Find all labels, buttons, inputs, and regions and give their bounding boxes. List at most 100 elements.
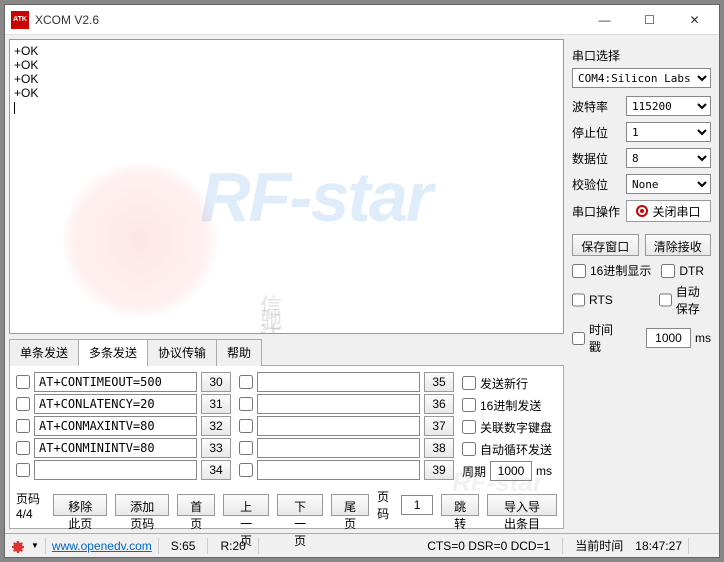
send-row-checkbox[interactable]: [239, 463, 253, 477]
titlebar: ATK XCOM V2.6 ― ☐ ✕: [5, 5, 719, 35]
data-label: 数据位: [572, 150, 620, 167]
loop-send-checkbox[interactable]: [462, 442, 476, 456]
baud-select[interactable]: 115200: [626, 96, 711, 116]
parity-select[interactable]: None: [626, 174, 711, 194]
send-command-input[interactable]: [34, 416, 197, 436]
hex-send-checkbox[interactable]: [462, 398, 476, 412]
close-port-button[interactable]: 关闭串口: [626, 200, 711, 222]
maximize-button[interactable]: ☐: [627, 6, 672, 34]
send-num-button[interactable]: 35: [424, 372, 454, 392]
send-command-input[interactable]: [34, 394, 197, 414]
numpad-label: 关联数字键盘: [480, 419, 552, 436]
timestamp-input[interactable]: [646, 328, 691, 348]
hex-display-checkbox[interactable]: [572, 264, 586, 278]
send-command-input[interactable]: [257, 416, 420, 436]
stop-label: 停止位: [572, 124, 620, 141]
send-command-input[interactable]: [34, 438, 197, 458]
tab-help[interactable]: 帮助: [216, 339, 262, 366]
dtr-checkbox[interactable]: [661, 264, 675, 278]
send-row-checkbox[interactable]: [16, 397, 30, 411]
last-page-button[interactable]: 尾页: [331, 494, 369, 516]
prev-page-button[interactable]: 上一页: [223, 494, 269, 516]
page-indicator: 页码 4/4: [16, 490, 45, 521]
timestamp-label: 时间戳: [589, 321, 624, 355]
main-window: ATK XCOM V2.6 ― ☐ ✕ RF-star 信 驰 达 +OK +O…: [4, 4, 720, 558]
website-link[interactable]: www.openedv.com: [52, 539, 152, 553]
line-status: CTS=0 DSR=0 DCD=1: [265, 539, 556, 553]
terminal-text: +OK +OK +OK +OK: [14, 44, 38, 100]
multi-send-panel: RF-star 30 31 32 33 34 35 36 37 38 39: [9, 366, 564, 529]
window-title: XCOM V2.6: [35, 13, 582, 27]
send-num-button[interactable]: 37: [424, 416, 454, 436]
timestamp-unit: ms: [695, 331, 711, 345]
close-button[interactable]: ✕: [672, 6, 717, 34]
autosave-checkbox[interactable]: [659, 293, 672, 307]
send-command-input[interactable]: [257, 460, 420, 480]
send-num-button[interactable]: 31: [201, 394, 231, 414]
sent-count: S:65: [165, 539, 202, 553]
send-tabs: 单条发送 多条发送 协议传输 帮助: [9, 338, 564, 366]
send-row-checkbox[interactable]: [16, 419, 30, 433]
send-row-checkbox[interactable]: [239, 375, 253, 389]
send-num-button[interactable]: 36: [424, 394, 454, 414]
clear-recv-button[interactable]: 清除接收: [645, 234, 712, 256]
gear-icon[interactable]: [9, 538, 25, 554]
send-num-button[interactable]: 32: [201, 416, 231, 436]
data-select[interactable]: 8: [626, 148, 711, 168]
send-row-checkbox[interactable]: [16, 463, 30, 477]
status-bar: ▼ www.openedv.com S:65 R:20 CTS=0 DSR=0 …: [5, 533, 719, 557]
first-page-button[interactable]: 首页: [177, 494, 215, 516]
next-page-button[interactable]: 下一页: [277, 494, 323, 516]
send-row-checkbox[interactable]: [239, 441, 253, 455]
send-newline-label: 发送新行: [480, 375, 528, 392]
op-label: 串口操作: [572, 203, 620, 220]
jump-button[interactable]: 跳转: [441, 494, 479, 516]
send-num-button[interactable]: 33: [201, 438, 231, 458]
send-row-checkbox[interactable]: [239, 419, 253, 433]
rts-checkbox[interactable]: [572, 293, 585, 307]
rts-label: RTS: [589, 293, 613, 307]
send-row-checkbox[interactable]: [16, 375, 30, 389]
add-page-button[interactable]: 添加页码: [115, 494, 169, 516]
dropdown-icon[interactable]: ▼: [31, 541, 39, 550]
dtr-label: DTR: [679, 264, 704, 278]
tab-multi-send[interactable]: 多条发送: [78, 339, 148, 366]
hex-display-label: 16进制显示: [590, 262, 651, 279]
serial-header: 串口选择: [572, 47, 711, 64]
port-status-icon: [636, 205, 648, 217]
timestamp-checkbox[interactable]: [572, 332, 585, 345]
send-newline-checkbox[interactable]: [462, 376, 476, 390]
send-num-button[interactable]: 30: [201, 372, 231, 392]
minimize-button[interactable]: ―: [582, 6, 627, 34]
period-label: 周期: [462, 463, 486, 480]
import-export-button[interactable]: 导入导出条目: [487, 494, 557, 516]
send-num-button[interactable]: 38: [424, 438, 454, 458]
app-logo: ATK: [11, 11, 29, 29]
send-num-button[interactable]: 34: [201, 460, 231, 480]
serial-panel: 串口选择 COM4:Silicon Labs CP2 波特率 115200 停止位…: [568, 35, 719, 533]
baud-label: 波特率: [572, 98, 620, 115]
port-select[interactable]: COM4:Silicon Labs CP2: [572, 68, 711, 88]
numpad-checkbox[interactable]: [462, 420, 476, 434]
send-command-input[interactable]: [34, 372, 197, 392]
remove-page-button[interactable]: 移除此页: [53, 494, 107, 516]
send-command-input[interactable]: [257, 372, 420, 392]
period-unit: ms: [536, 464, 552, 478]
send-command-input[interactable]: [257, 438, 420, 458]
hex-send-label: 16进制发送: [480, 397, 541, 414]
send-num-button[interactable]: 39: [424, 460, 454, 480]
send-row-checkbox[interactable]: [16, 441, 30, 455]
send-row-checkbox[interactable]: [239, 397, 253, 411]
save-window-button[interactable]: 保存窗口: [572, 234, 639, 256]
period-input[interactable]: [490, 461, 532, 481]
current-time: 18:47:27: [635, 539, 682, 553]
terminal-output[interactable]: RF-star 信 驰 达 +OK +OK +OK +OK: [9, 39, 564, 334]
send-command-input[interactable]: [34, 460, 197, 480]
time-label: 当前时间: [569, 537, 629, 554]
page-label: 页码: [377, 488, 393, 522]
page-input[interactable]: [401, 495, 433, 515]
stop-select[interactable]: 1: [626, 122, 711, 142]
tab-single-send[interactable]: 单条发送: [9, 339, 79, 366]
tab-protocol[interactable]: 协议传输: [147, 339, 217, 366]
send-command-input[interactable]: [257, 394, 420, 414]
